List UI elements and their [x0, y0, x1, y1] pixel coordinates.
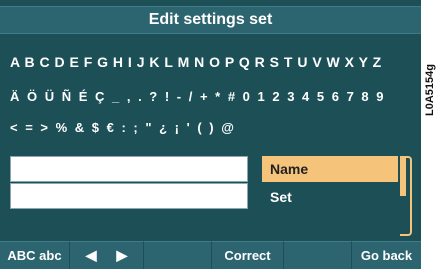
page-title: Edit settings set [148, 11, 273, 28]
cursor-move-buttons[interactable]: ◀ ▶ [70, 241, 144, 269]
scrollbar-thumb[interactable] [400, 156, 406, 196]
menu-item-label: Set [270, 189, 292, 205]
character-row-special[interactable]: < = > % & $ € : ; " ¿ ¡ ' ( ) @ [10, 120, 236, 135]
figure-reference-text: L0A5154g [424, 64, 437, 116]
set-input-field[interactable] [10, 183, 248, 209]
settings-screen: Edit settings set A B C D E F G H I J K … [0, 0, 421, 269]
empty-softkey-2[interactable] [284, 241, 352, 269]
case-toggle-button[interactable]: ABC abc [0, 241, 70, 269]
character-row-symbols-numbers[interactable]: Ä Ö Ü Ñ É Ç _ , . ? ! - / + * # 0 1 2 3 … [10, 89, 385, 104]
correct-button[interactable]: Correct [212, 241, 284, 269]
title-bar: Edit settings set [0, 6, 421, 34]
arrow-right-icon[interactable]: ▶ [117, 247, 128, 264]
menu-item-set[interactable]: Set [262, 184, 398, 210]
menu-item-name[interactable]: Name [262, 156, 398, 182]
name-input-field[interactable] [10, 156, 248, 182]
arrow-left-icon[interactable]: ◀ [86, 247, 97, 264]
empty-softkey-1[interactable] [144, 241, 212, 269]
figure-reference-label: L0A5154g [423, 40, 437, 140]
character-row-letters[interactable]: A B C D E F G H I J K L M N O P Q R S T … [10, 54, 382, 70]
menu-item-label: Name [270, 161, 309, 177]
softkey-bar: ABC abc ◀ ▶ Correct Go back [0, 241, 421, 269]
go-back-button[interactable]: Go back [352, 241, 421, 269]
